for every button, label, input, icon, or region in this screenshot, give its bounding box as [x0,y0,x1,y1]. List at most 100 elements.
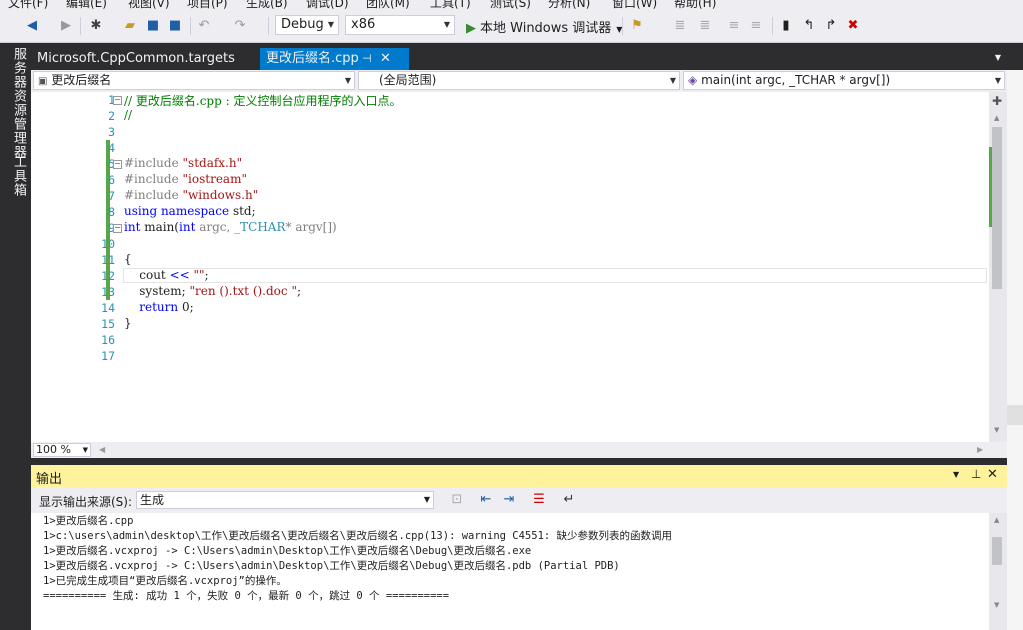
start-debugging-button[interactable]: ▶ 本地 Windows 调试器 ▼ [466,17,622,36]
member-select[interactable]: ◈ main(int argc, _TCHAR * argv[]) ▼ [683,71,1005,90]
find-icon[interactable]: ⚑ [629,18,645,34]
menu-test[interactable]: 测试(S) [490,0,531,10]
bookmark-icon[interactable]: ▮ [778,18,794,34]
output-scrollbar[interactable]: ▲ ▼ [989,513,1007,630]
tab-main-cpp[interactable]: 更改后缀名.cpp ⊣ ✕ [260,48,409,70]
code-line: { [124,252,132,266]
scroll-down-icon[interactable]: ▼ [994,426,999,434]
next-bookmark-icon[interactable]: ↱ [823,18,839,34]
back-icon[interactable]: ◀ [24,18,40,34]
menu-team[interactable]: 团队(M) [366,0,410,10]
uncomment-icon[interactable]: ≡ [748,18,764,34]
code-line: cout << ""; [124,268,209,282]
zoom-select[interactable]: 100 % ▼ [33,443,91,457]
output-text-area[interactable]: 1>更改后缀名.cpp 1>c:\users\admin\desktop\工作\… [31,513,1007,630]
menu-project[interactable]: 项目(P) [187,0,228,10]
code-editor[interactable]: 1 2 3 4 5 6 7 8 9 10 11 12 13 14 15 16 1… [31,92,1007,458]
code-token: "" [193,268,205,282]
chevron-down-icon[interactable]: ▼ [953,470,959,479]
scroll-thumb[interactable] [992,537,1002,565]
code-line: #include "stdafx.h" [124,156,242,170]
find-message-icon[interactable]: ⊡ [449,492,465,508]
line-number: 13 [101,285,115,299]
menu-tools[interactable]: 工具(T) [430,0,471,10]
output-line: 1>更改后缀名.cpp [43,515,134,527]
menu-edit[interactable]: 编辑(E) [66,0,107,10]
separator [622,17,623,35]
chevron-down-icon: ▼ [327,20,334,29]
collapse-icon[interactable]: − [113,224,122,233]
redo-icon[interactable]: ↷ [232,18,248,34]
scroll-up-icon[interactable]: ▲ [994,114,999,122]
code-token: #include [124,156,183,170]
side-panel [1007,70,1023,430]
scroll-down-icon[interactable]: ▼ [994,601,999,609]
scope-select[interactable]: (全局范围) ▼ [358,71,680,90]
code-line: } [124,316,132,330]
line-number: 14 [101,301,115,315]
code-token: main( [140,220,179,234]
configuration-select[interactable]: Debug ▼ [275,15,339,35]
play-icon: ▶ [466,21,476,36]
code-token: "stdafx.h" [182,156,243,170]
menu-window[interactable]: 窗口(W) [612,0,657,10]
prev-message-icon[interactable]: ⇤ [478,492,494,508]
standard-toolbar: ◀ ▶ ✱ ▰ ■ ■ ↶ ↷ Debug ▼ x86 ▼ ▶ 本地 Windows … [0,10,1023,43]
forward-icon[interactable]: ▶ [58,18,74,34]
menu-file[interactable]: 文件(F) [8,0,48,10]
scroll-up-icon[interactable]: ▲ [994,516,999,524]
menu-build[interactable]: 生成(B) [246,0,288,10]
project-select[interactable]: ▣ 更改后缀名 ▼ [33,71,355,90]
close-icon[interactable]: ✕ [987,467,998,482]
word-wrap-icon[interactable]: ↵ [561,492,577,508]
menu-analyze[interactable]: 分析(N) [548,0,590,10]
outdent-icon[interactable]: ≣ [697,18,713,34]
clear-bookmarks-icon[interactable]: ✖ [845,18,861,34]
vertical-scrollbar[interactable]: ✚ ▲ ▼ [989,92,1007,442]
code-token: _TCHAR [234,220,286,234]
platform-select[interactable]: x86 ▼ [345,15,455,35]
close-icon[interactable]: ✕ [380,48,391,70]
tab-overflow-icon[interactable]: ▼ [995,53,1001,62]
comment-icon[interactable]: ≡ [726,18,742,34]
pin-icon[interactable]: ⊥ [971,467,981,481]
code-token: #include [124,172,183,186]
code-token: << [169,268,190,282]
split-icon[interactable]: ✚ [992,94,1002,108]
scroll-right-icon[interactable]: ▶ [977,445,983,454]
new-project-icon[interactable]: ✱ [88,18,104,34]
menu-view[interactable]: 视图(V) [128,0,170,10]
output-source-select[interactable]: 生成 ▼ [136,491,434,509]
save-all-icon[interactable]: ■ [167,18,183,34]
separator [268,17,269,35]
code-line: // 更改后缀名.cpp : 定义控制台应用程序的入口点。 [124,94,402,108]
code-token: ; [204,268,209,282]
tab-cppcommon-targets[interactable]: Microsoft.CppCommon.targets [31,48,241,70]
side-panel [1007,425,1023,630]
indent-icon[interactable]: ≣ [672,18,688,34]
menu-bar: 文件(F) 编辑(E) 视图(V) 项目(P) 生成(B) 调试(D) 团队(M… [0,0,1023,10]
collapse-icon[interactable]: − [113,96,122,105]
open-file-icon[interactable]: ▰ [122,18,138,34]
clear-all-icon[interactable]: ☰ [531,492,547,508]
separator [80,17,81,35]
collapse-icon[interactable]: − [113,160,122,169]
code-token: argc, [195,220,235,234]
horizontal-scrollbar[interactable]: 100 % ▼ ◀ ▶ [31,442,1007,458]
scroll-left-icon[interactable]: ◀ [99,445,105,454]
pin-icon[interactable]: ⊣ [362,48,372,70]
menu-debug[interactable]: 调试(D) [306,0,349,10]
menu-help[interactable]: 帮助(H) [674,0,716,10]
chevron-down-icon: ▼ [443,20,450,29]
prev-bookmark-icon[interactable]: ↰ [801,18,817,34]
scroll-thumb[interactable] [992,127,1002,289]
code-token: cout [124,268,170,282]
undo-icon[interactable]: ↶ [196,18,212,34]
run-label: 本地 Windows 调试器 [480,21,612,36]
next-message-icon[interactable]: ⇥ [501,492,517,508]
toolbox-tab[interactable]: 工具箱 [9,155,28,197]
code-line: // [124,108,133,122]
server-explorer-tab[interactable]: 服务器资源管理器 [9,47,28,159]
save-icon[interactable]: ■ [145,18,161,34]
